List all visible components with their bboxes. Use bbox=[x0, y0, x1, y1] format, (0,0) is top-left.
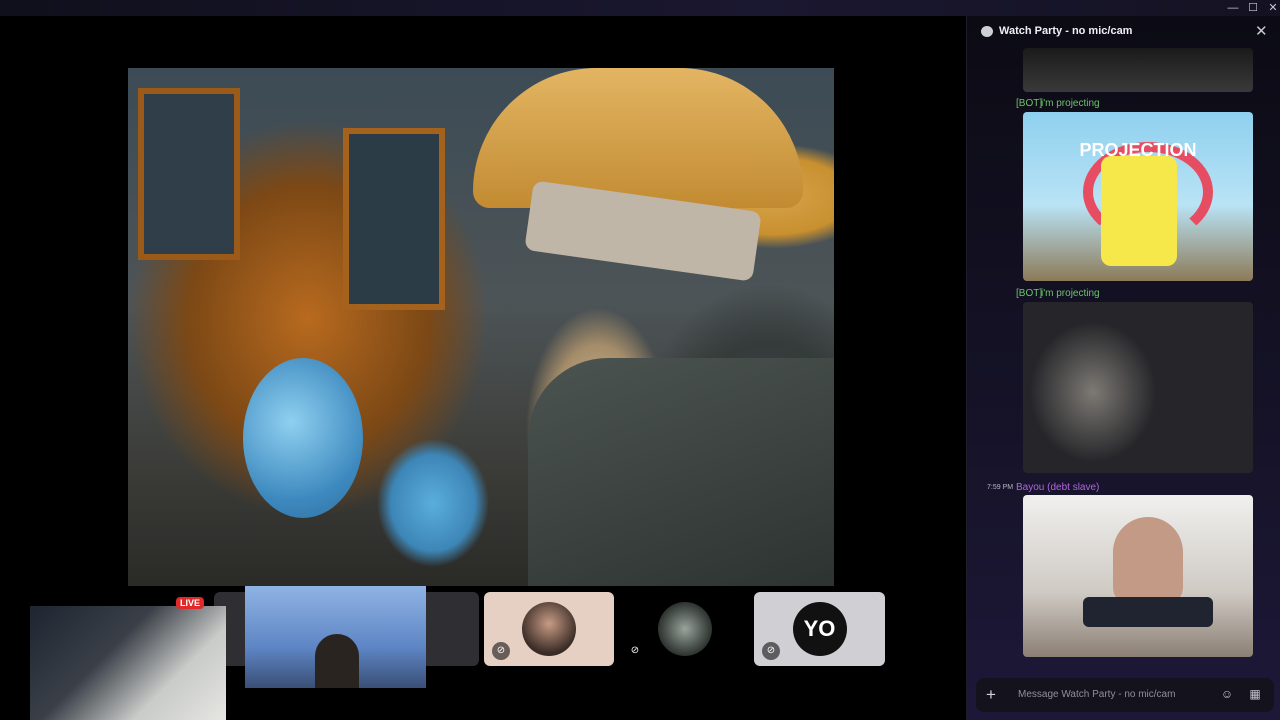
avatar bbox=[522, 602, 576, 656]
maximize-button[interactable]: ☐ bbox=[1246, 1, 1260, 15]
message-timestamp: 7:59 PM bbox=[987, 484, 1014, 491]
minimize-button[interactable]: — bbox=[1226, 1, 1240, 15]
video-cab-window bbox=[138, 88, 240, 260]
main-video[interactable] bbox=[128, 68, 834, 586]
message-input[interactable]: Message Watch Party - no mic/cam bbox=[1018, 689, 1175, 700]
message-author: Bayou (debt slave) bbox=[1016, 482, 1100, 493]
game-console bbox=[1083, 597, 1213, 627]
participant-tile-2[interactable]: ⊘ bbox=[484, 592, 614, 666]
mic-muted-icon: ⊘ bbox=[492, 642, 510, 660]
message-text: i'm projecting bbox=[1041, 288, 1100, 299]
video-hardhat bbox=[473, 68, 803, 208]
chat-sidebar: Watch Party - no mic/cam ✕ [BOT] i'm pro… bbox=[966, 16, 1280, 720]
sponge-shape bbox=[1101, 156, 1177, 266]
chat-bubble-icon bbox=[981, 26, 993, 37]
person-silhouette bbox=[315, 634, 359, 688]
message-author: [BOT] bbox=[1016, 288, 1043, 299]
chat-image[interactable] bbox=[1023, 302, 1253, 473]
emoji-icon[interactable]: ☺ bbox=[1220, 687, 1234, 701]
live-badge: LIVE bbox=[176, 597, 205, 609]
yo-avatar: YO bbox=[792, 602, 847, 656]
video-jacket bbox=[528, 358, 834, 586]
message-composer: + Message Watch Party - no mic/cam ☺ ▦ bbox=[976, 678, 1274, 712]
streamer-webcam bbox=[30, 606, 226, 720]
close-icon[interactable]: ✕ bbox=[1255, 22, 1268, 40]
message-text: i'm projecting bbox=[1041, 98, 1100, 109]
participant-camera-sky bbox=[245, 586, 426, 688]
apps-icon[interactable]: ▦ bbox=[1248, 687, 1262, 701]
video-balloon bbox=[243, 358, 363, 518]
projection-meme-image[interactable]: PROJECTION bbox=[1023, 112, 1253, 281]
chat-image[interactable] bbox=[1023, 48, 1253, 92]
meme-caption: PROJECTION bbox=[1079, 140, 1197, 160]
title-bar: — ☐ ✕ bbox=[0, 0, 1280, 16]
avatar bbox=[658, 602, 712, 656]
add-attachment-icon[interactable]: + bbox=[986, 685, 996, 705]
participant-tile-4[interactable]: YO ⊘ bbox=[754, 592, 885, 666]
participant-tile-3[interactable]: ⊘ bbox=[620, 592, 750, 666]
camera-off-icon: ⊘ bbox=[626, 642, 644, 660]
close-window-button[interactable]: ✕ bbox=[1266, 1, 1280, 15]
sidebar-header: Watch Party - no mic/cam ✕ bbox=[967, 16, 1280, 48]
mic-muted-icon: ⊘ bbox=[762, 642, 780, 660]
person-face bbox=[1113, 517, 1183, 607]
chat-image[interactable] bbox=[1023, 495, 1253, 657]
video-cab-window-2 bbox=[343, 128, 445, 310]
message-author: [BOT] bbox=[1016, 98, 1043, 109]
channel-title: Watch Party - no mic/cam bbox=[999, 25, 1133, 37]
